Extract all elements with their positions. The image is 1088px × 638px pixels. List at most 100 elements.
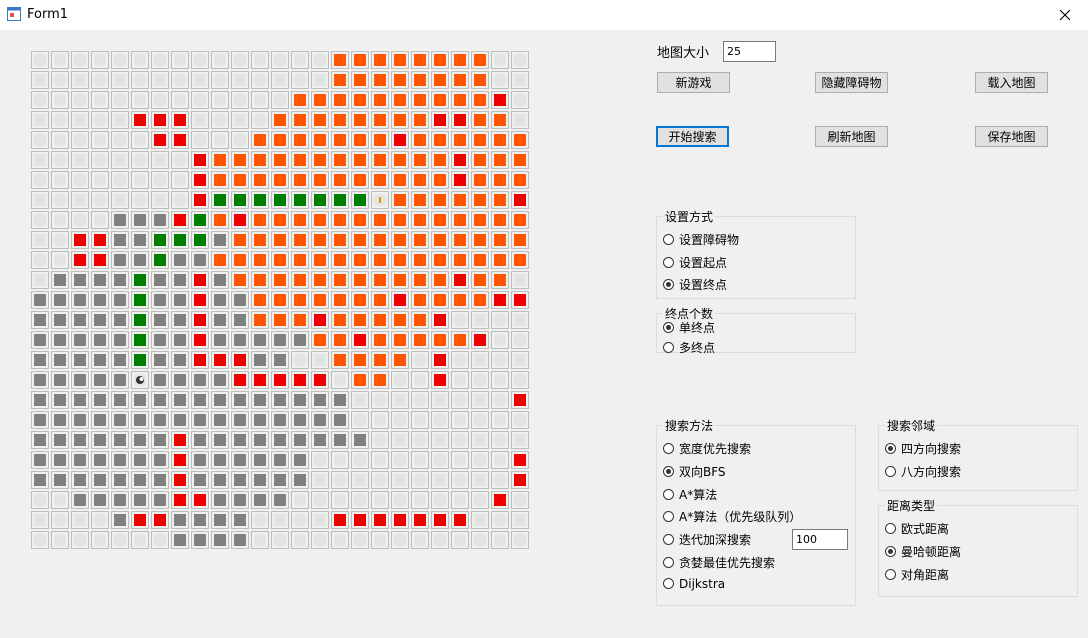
grid-cell[interactable]: [271, 111, 289, 129]
grid-cell[interactable]: [151, 391, 169, 409]
grid-cell[interactable]: [71, 91, 89, 109]
grid-cell[interactable]: [91, 111, 109, 129]
grid-cell[interactable]: [31, 171, 49, 189]
grid-cell[interactable]: [411, 251, 429, 269]
grid-cell[interactable]: [51, 211, 69, 229]
grid-cell[interactable]: [451, 171, 469, 189]
grid-cell[interactable]: [311, 331, 329, 349]
grid-cell[interactable]: [411, 471, 429, 489]
grid-cell[interactable]: [311, 271, 329, 289]
grid-cell[interactable]: [211, 371, 229, 389]
grid-cell[interactable]: [191, 251, 209, 269]
grid-cell[interactable]: [351, 431, 369, 449]
grid-cell[interactable]: [191, 351, 209, 369]
grid-cell[interactable]: [31, 91, 49, 109]
grid-cell[interactable]: [351, 531, 369, 549]
grid-cell[interactable]: [251, 471, 269, 489]
grid-cell[interactable]: [371, 231, 389, 249]
grid-cell[interactable]: [31, 291, 49, 309]
grid-cell[interactable]: [231, 251, 249, 269]
grid-cell[interactable]: [331, 71, 349, 89]
grid-cell[interactable]: [231, 171, 249, 189]
grid-cell[interactable]: [131, 231, 149, 249]
grid-cell[interactable]: [391, 211, 409, 229]
grid-cell[interactable]: [291, 431, 309, 449]
grid-cell[interactable]: [431, 371, 449, 389]
grid-cell[interactable]: [211, 231, 229, 249]
search-method-option-5[interactable]: 迭代加深搜索: [663, 531, 751, 548]
grid-cell[interactable]: [371, 111, 389, 129]
grid-cell[interactable]: [31, 311, 49, 329]
grid-cell[interactable]: [211, 291, 229, 309]
set-mode-option-2[interactable]: 设置起点: [663, 254, 727, 271]
grid-cell[interactable]: [31, 71, 49, 89]
grid-cell[interactable]: [111, 291, 129, 309]
grid-cell[interactable]: [311, 111, 329, 129]
grid-cell[interactable]: [431, 431, 449, 449]
grid-cell[interactable]: [511, 511, 529, 529]
grid-cell[interactable]: [451, 231, 469, 249]
grid-cell[interactable]: [291, 211, 309, 229]
grid-cell[interactable]: [511, 111, 529, 129]
grid-cell[interactable]: [271, 491, 289, 509]
grid-cell[interactable]: [311, 211, 329, 229]
grid-cell[interactable]: [451, 131, 469, 149]
grid-cell[interactable]: [131, 431, 149, 449]
radio-button-icon[interactable]: [663, 488, 674, 500]
grid-cell[interactable]: [211, 411, 229, 429]
grid-cell[interactable]: [211, 151, 229, 169]
grid-cell[interactable]: [391, 311, 409, 329]
grid-cell[interactable]: [511, 291, 529, 309]
grid-cell[interactable]: [131, 151, 149, 169]
grid-cell[interactable]: [371, 131, 389, 149]
grid-cell[interactable]: [431, 51, 449, 69]
grid-cell[interactable]: [51, 111, 69, 129]
grid-cell[interactable]: [51, 351, 69, 369]
grid-cell[interactable]: [331, 451, 349, 469]
grid-cell[interactable]: [71, 171, 89, 189]
grid-cell[interactable]: [111, 431, 129, 449]
grid-cell[interactable]: [491, 211, 509, 229]
grid-cell[interactable]: [171, 211, 189, 229]
grid-cell[interactable]: [471, 51, 489, 69]
grid-cell[interactable]: [211, 271, 229, 289]
grid-cell[interactable]: [271, 251, 289, 269]
grid-cell[interactable]: [91, 331, 109, 349]
grid-cell[interactable]: [331, 491, 349, 509]
grid-cell[interactable]: [131, 191, 149, 209]
grid-cell[interactable]: [91, 371, 109, 389]
grid-cell[interactable]: [371, 51, 389, 69]
grid-cell[interactable]: [131, 131, 149, 149]
grid-cell[interactable]: [331, 251, 349, 269]
grid-cell[interactable]: [151, 251, 169, 269]
grid-cell[interactable]: [291, 111, 309, 129]
grid-cell[interactable]: [411, 131, 429, 149]
grid-cell[interactable]: [51, 291, 69, 309]
grid-cell[interactable]: [291, 291, 309, 309]
grid-cell[interactable]: [91, 511, 109, 529]
grid-cell[interactable]: [411, 271, 429, 289]
grid-cell[interactable]: [311, 151, 329, 169]
grid-cell[interactable]: [371, 411, 389, 429]
grid-cell[interactable]: [251, 151, 269, 169]
grid-cell[interactable]: [471, 191, 489, 209]
end-count-option-2[interactable]: 多终点: [663, 339, 715, 356]
grid-cell[interactable]: [51, 191, 69, 209]
grid-cell[interactable]: [31, 111, 49, 129]
grid-cell[interactable]: [111, 311, 129, 329]
grid-cell[interactable]: [111, 331, 129, 349]
depth-limit-input[interactable]: [792, 529, 848, 550]
grid-cell[interactable]: [51, 491, 69, 509]
grid-cell[interactable]: [431, 211, 449, 229]
grid-cell[interactable]: [111, 411, 129, 429]
grid-cell[interactable]: [71, 151, 89, 169]
grid-cell[interactable]: [151, 271, 169, 289]
grid-cell[interactable]: [51, 331, 69, 349]
grid-cell[interactable]: [71, 251, 89, 269]
grid-cell[interactable]: [431, 171, 449, 189]
grid-cell[interactable]: [351, 351, 369, 369]
grid-cell[interactable]: [291, 331, 309, 349]
grid-cell[interactable]: [151, 71, 169, 89]
grid-cell[interactable]: [291, 71, 309, 89]
grid-cell[interactable]: [131, 351, 149, 369]
